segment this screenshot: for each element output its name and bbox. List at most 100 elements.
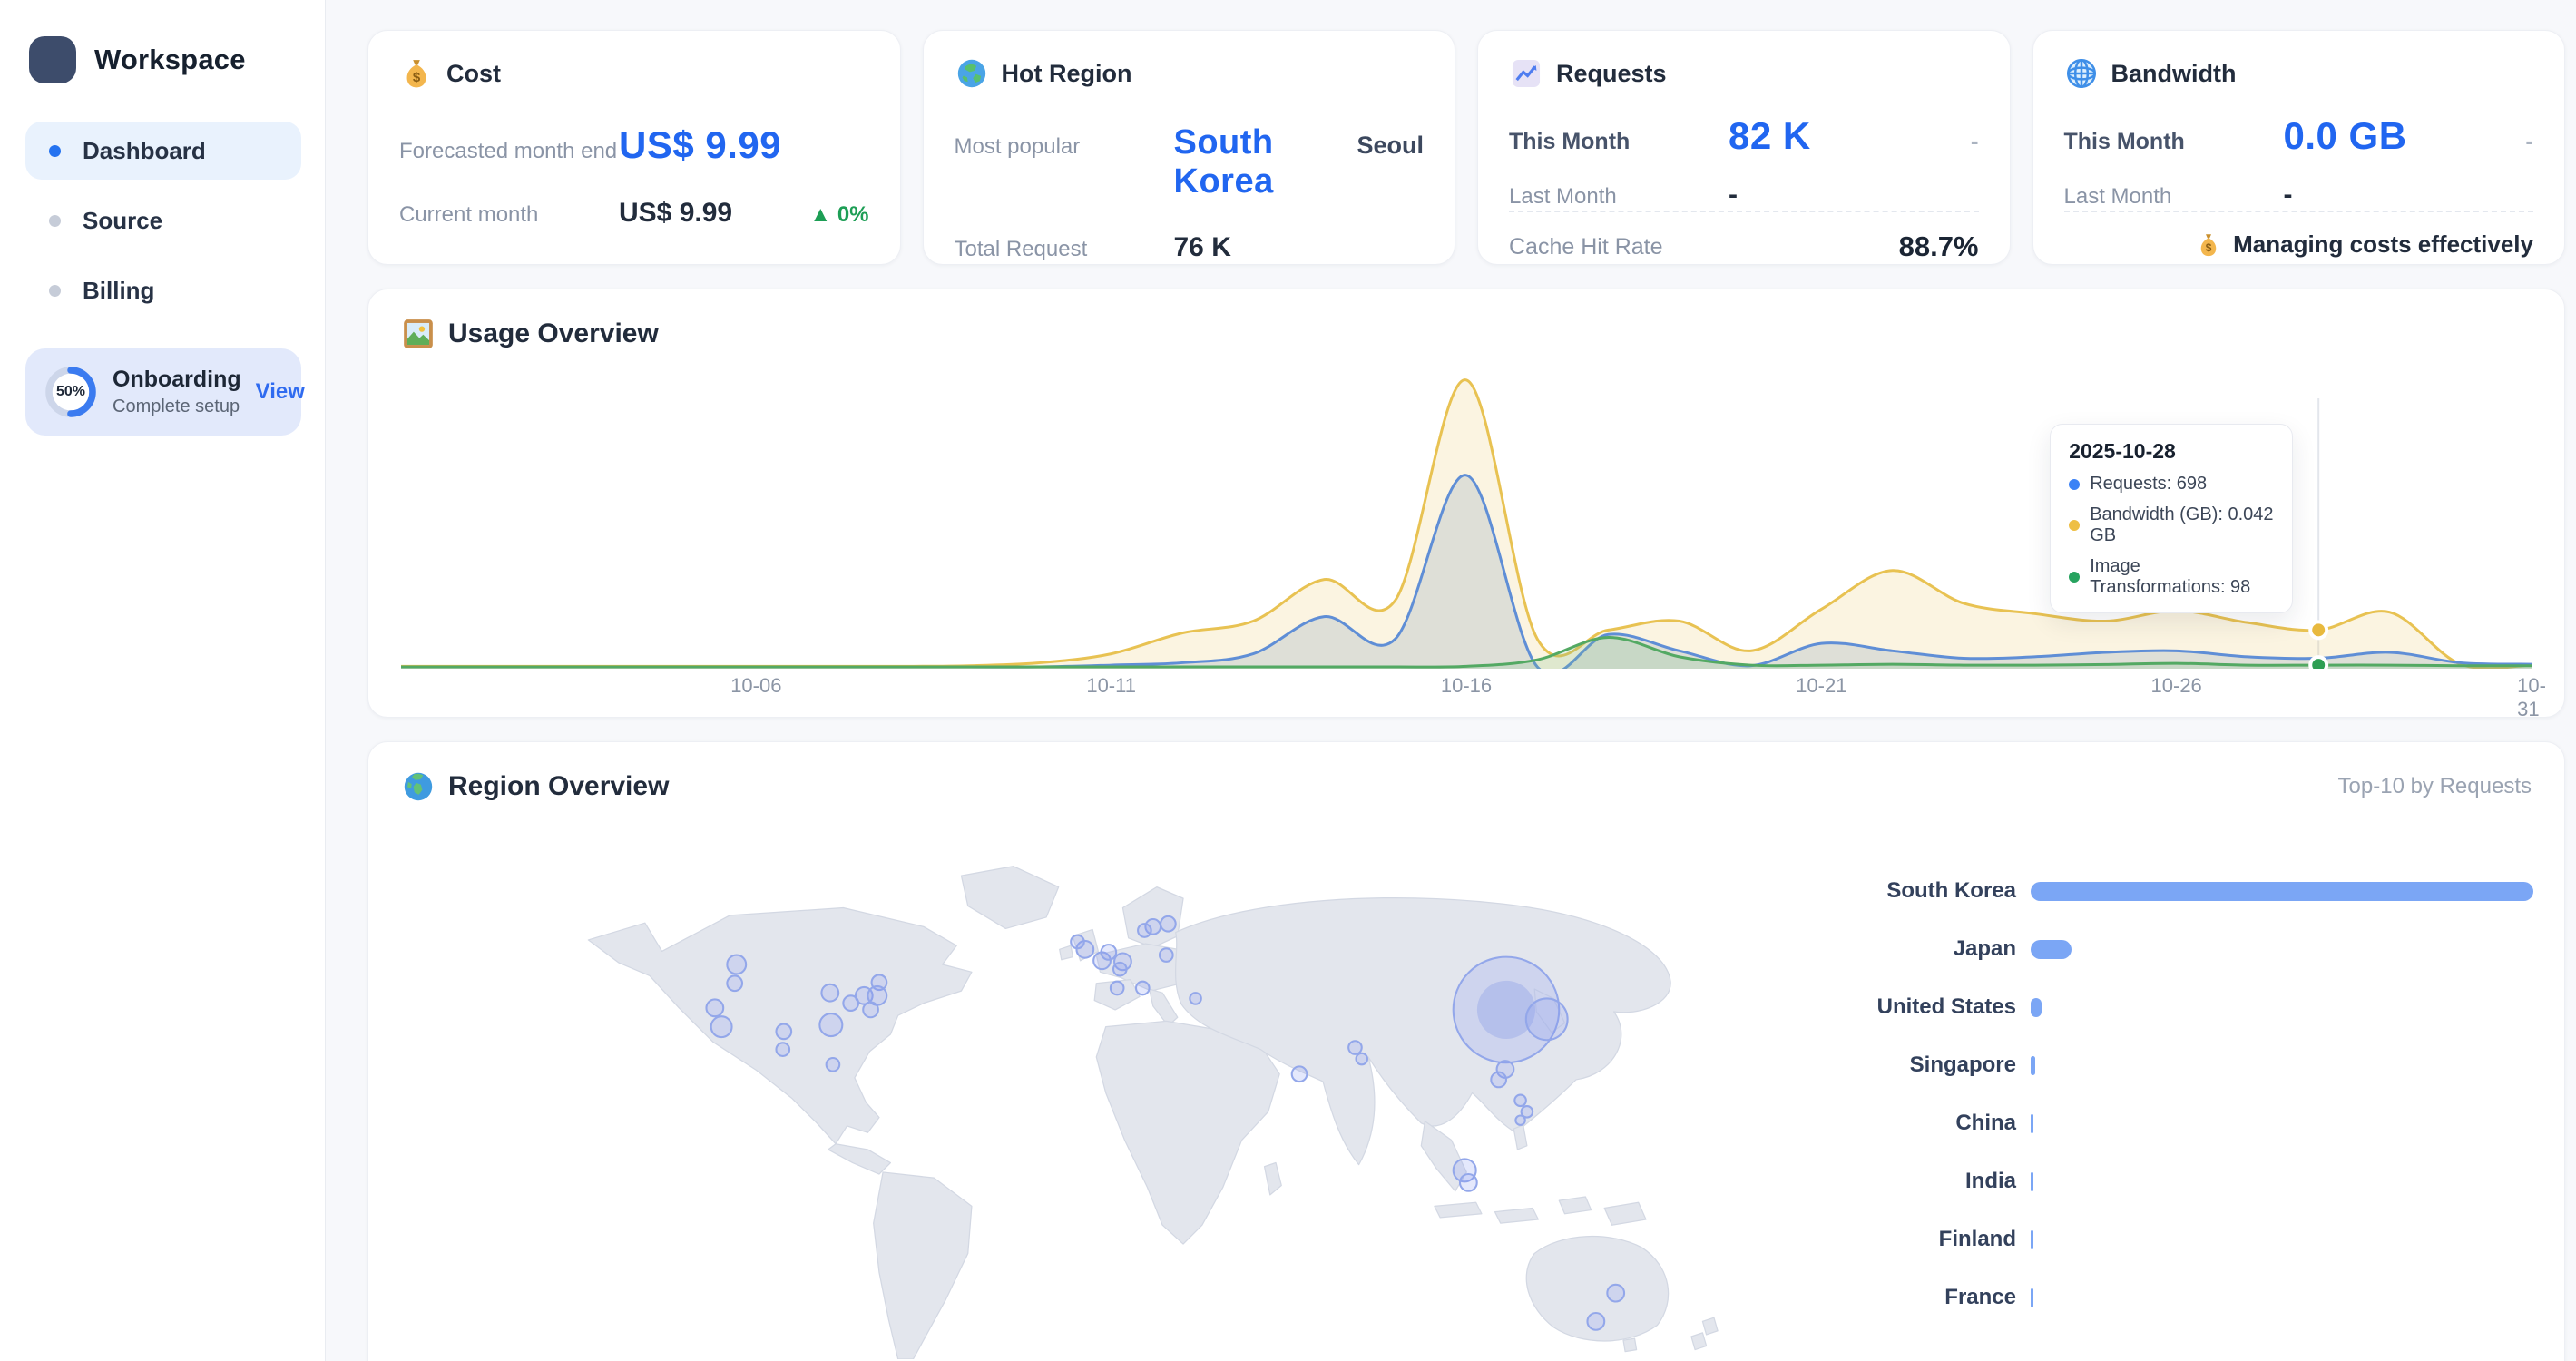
sidebar-nav: Dashboard Source Billing xyxy=(25,122,301,319)
most-popular-value: South Korea xyxy=(1174,123,1357,201)
x-tick-label: 10-06 xyxy=(730,674,781,698)
landmass xyxy=(1513,1125,1527,1150)
sidebar-item-dashboard[interactable]: Dashboard xyxy=(25,122,301,180)
this-month-delta: - xyxy=(2525,127,2533,155)
card-title: Cost xyxy=(446,60,501,88)
landmass xyxy=(1435,1202,1482,1218)
section-title: Usage Overview xyxy=(448,318,659,349)
region-bar xyxy=(2031,940,2072,959)
map-marker xyxy=(1136,982,1150,995)
total-request-value: 76 K xyxy=(1174,232,1231,263)
hover-dot xyxy=(2310,622,2326,638)
divider xyxy=(1509,211,1979,212)
managing-costs-note: $ Managing costs effectively xyxy=(2195,230,2533,259)
tooltip-item-text: Requests: 698 xyxy=(2090,474,2207,494)
onboarding-subtitle: Complete setup xyxy=(113,397,241,417)
map-marker xyxy=(711,1016,732,1037)
globe-meridians-icon xyxy=(2064,56,2099,91)
x-axis-ticks: 10-0610-1110-1610-2110-2610-31 xyxy=(401,674,2532,703)
region-label: United States xyxy=(1851,994,2031,1020)
inactive-dot-icon xyxy=(49,285,61,297)
onboarding-view-button[interactable]: View xyxy=(256,379,305,405)
usage-chart-area[interactable]: 2025-10-28 Requests: 698Bandwidth (GB): … xyxy=(401,366,2532,669)
map-marker xyxy=(1607,1285,1624,1302)
cache-hit-rate-value: 88.7% xyxy=(1899,230,1979,263)
region-row: China xyxy=(1851,1094,2533,1152)
sidebar: Workspace Dashboard Source Billing 50% O… xyxy=(0,0,326,1361)
map-marker xyxy=(1160,948,1173,962)
this-month-value: 82 K xyxy=(1729,114,1811,158)
region-bar xyxy=(2031,998,2042,1017)
workspace-brand: Workspace xyxy=(25,36,301,83)
total-request-label: Total Request xyxy=(955,237,1174,262)
region-bar xyxy=(2031,1114,2033,1133)
landmass xyxy=(1265,1163,1282,1195)
card-title: Bandwidth xyxy=(2111,60,2237,88)
map-marker xyxy=(776,1024,791,1040)
sidebar-item-billing[interactable]: Billing xyxy=(25,261,301,319)
region-row: France xyxy=(1851,1268,2533,1327)
region-label: India xyxy=(1851,1169,2031,1194)
requests-card: Requests This Month 82 K - Last Month - … xyxy=(1477,30,2011,265)
region-label: China xyxy=(1851,1111,2031,1136)
map-marker xyxy=(1587,1313,1604,1330)
region-label: South Korea xyxy=(1851,878,2031,904)
map-marker xyxy=(1460,1174,1477,1191)
tooltip-item: Requests: 698 xyxy=(2069,474,2274,494)
active-dot-icon xyxy=(49,145,61,157)
money-bag-icon: $ xyxy=(2195,231,2222,259)
svg-text:$: $ xyxy=(2206,241,2212,254)
onboarding-card[interactable]: 50% Onboarding Complete setup View xyxy=(25,348,301,436)
landmass xyxy=(828,1144,891,1174)
map-marker xyxy=(1111,982,1124,995)
world-map[interactable] xyxy=(446,849,1826,1359)
map-marker-core xyxy=(1477,981,1535,1039)
region-row: Finland xyxy=(1851,1210,2533,1268)
region-bar-track xyxy=(2031,1172,2533,1191)
region-label: France xyxy=(1851,1285,2031,1310)
sidebar-item-source[interactable]: Source xyxy=(25,191,301,250)
region-row: India xyxy=(1851,1152,2533,1210)
workspace-logo[interactable] xyxy=(29,36,76,83)
map-marker xyxy=(1101,945,1116,960)
region-row: South Korea xyxy=(1851,862,2533,920)
map-marker xyxy=(1190,993,1200,1004)
main-content: $ Cost Forecasted month end US$ 9.99 Cur… xyxy=(326,0,2576,1361)
region-bar-track xyxy=(2031,1056,2533,1075)
cost-delta-badge: ▲ 0% xyxy=(809,202,868,228)
svg-text:$: $ xyxy=(413,70,421,85)
cache-hit-rate-label: Cache Hit Rate xyxy=(1509,234,1663,260)
map-marker xyxy=(1292,1066,1308,1082)
tooltip-item-text: Bandwidth (GB): 0.042 GB xyxy=(2090,504,2274,546)
series-dot-icon xyxy=(2069,520,2080,531)
map-marker xyxy=(727,955,746,974)
sidebar-item-label: Dashboard xyxy=(83,137,206,165)
current-month-value: US$ 9.99 xyxy=(619,198,732,229)
region-bar-track xyxy=(2031,1230,2533,1249)
region-row: United States xyxy=(1851,978,2533,1036)
top10-bar-list: South KoreaJapanUnited StatesSingaporeCh… xyxy=(1851,862,2533,1327)
region-label: Finland xyxy=(1851,1227,2031,1252)
tooltip-item: Image Transformations: 98 xyxy=(2069,556,2274,598)
map-marker xyxy=(1161,916,1176,932)
landmass xyxy=(1559,1197,1591,1214)
last-month-label: Last Month xyxy=(1509,184,1729,210)
region-bar xyxy=(2031,1288,2033,1307)
onboarding-title: Onboarding xyxy=(113,367,241,393)
region-bar xyxy=(2031,882,2533,901)
series-dot-icon xyxy=(2069,479,2080,490)
landmass xyxy=(1494,1208,1538,1223)
divider xyxy=(2064,211,2534,212)
map-marker xyxy=(863,1003,878,1018)
sidebar-item-label: Source xyxy=(83,207,162,235)
earth-globe-icon xyxy=(401,769,436,804)
region-bar xyxy=(2031,1056,2035,1075)
tooltip-item-text: Image Transformations: 98 xyxy=(2090,556,2274,598)
map-marker xyxy=(819,1013,842,1036)
forecast-label: Forecasted month end xyxy=(399,139,619,164)
x-tick-label: 10-26 xyxy=(2151,674,2202,698)
landmass xyxy=(874,1172,972,1359)
last-month-value: - xyxy=(2284,180,2293,211)
landmass xyxy=(1691,1333,1707,1350)
landmass xyxy=(1150,989,1178,1026)
